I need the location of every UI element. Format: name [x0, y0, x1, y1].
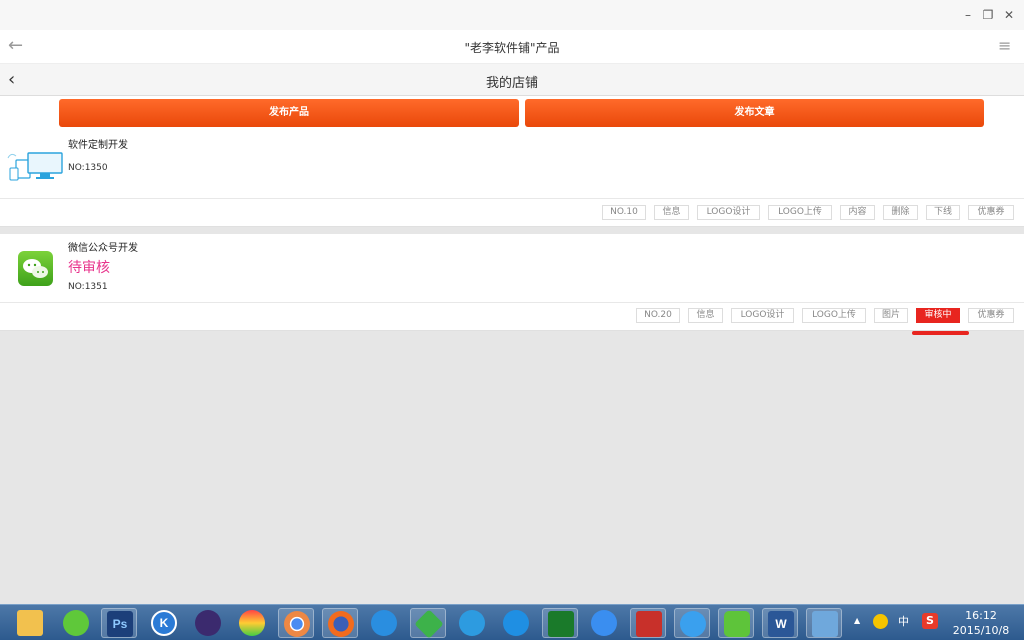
leaf-app-icon[interactable]	[58, 608, 94, 638]
page-title: 我的店铺	[485, 76, 538, 91]
green-diamond-glyph	[414, 609, 444, 639]
devices-icon	[7, 152, 63, 181]
network-glyph	[503, 610, 529, 636]
sogou-ime-icon[interactable]: S	[922, 613, 938, 629]
annotation-underline	[912, 331, 969, 335]
tag-offline[interactable]: 下线	[926, 205, 960, 220]
action-row: 发布产品 发布文章	[0, 96, 1024, 130]
tag-coupon[interactable]: 优惠券	[968, 308, 1014, 323]
app-header: ← "老李软件铺"产品 ≡	[0, 30, 1024, 64]
network-app-icon[interactable]	[498, 608, 534, 638]
cloud-glyph	[459, 610, 485, 636]
chrome-glyph	[284, 611, 310, 637]
k-app-icon[interactable]: K	[146, 608, 182, 638]
product-card[interactable]: 微信公众号开发 待审核 NO:1351	[0, 234, 1024, 331]
ie-glyph-2	[680, 611, 706, 637]
tag-content[interactable]: 内容	[840, 205, 875, 220]
chrome-icon[interactable]	[278, 608, 314, 638]
eclipse-glyph	[195, 610, 221, 636]
color-glyph	[239, 610, 265, 636]
tag-sort-number[interactable]: NO.20	[636, 308, 680, 323]
tag-images[interactable]: 图片	[874, 308, 908, 323]
cloud-app-icon[interactable]	[454, 608, 490, 638]
pen-glyph	[591, 610, 617, 636]
tag-under-review[interactable]: 审核中	[916, 308, 960, 323]
tag-logo-design[interactable]: LOGO设计	[697, 205, 760, 220]
status-badge: 待审核	[68, 260, 110, 276]
house-app-icon[interactable]	[630, 608, 666, 638]
tag-sort-number[interactable]: NO.10	[602, 205, 646, 220]
menu-icon[interactable]: ≡	[998, 36, 1011, 55]
wechat-icon	[18, 251, 53, 286]
green-diamond-icon[interactable]	[410, 608, 446, 639]
tag-info[interactable]: 信息	[654, 205, 689, 220]
publish-article-button[interactable]: 发布文章	[525, 99, 984, 127]
app-title: "老李软件铺"产品	[464, 41, 560, 55]
close-button[interactable]: ✕	[999, 8, 1019, 22]
ie-icon-2[interactable]	[674, 608, 710, 638]
house-glyph	[636, 611, 662, 637]
publish-product-button[interactable]: 发布产品	[59, 99, 519, 127]
page-header: ‹ 我的店铺	[0, 64, 1024, 96]
pen-app-icon[interactable]	[586, 608, 622, 638]
tag-logo-upload[interactable]: LOGO上传	[768, 205, 832, 220]
word-glyph: W	[768, 611, 794, 637]
ie-glyph	[371, 610, 397, 636]
product-title: 微信公众号开发	[68, 243, 138, 254]
ie-icon[interactable]	[366, 608, 402, 638]
ime-indicator[interactable]: 中	[898, 613, 909, 629]
photoshop-glyph: Ps	[107, 611, 133, 637]
word-icon[interactable]: W	[762, 608, 798, 638]
product-title: 软件定制开发	[68, 140, 128, 151]
tray-expand-icon[interactable]: ▲	[854, 616, 860, 625]
wechat-bubbles-icon	[23, 259, 48, 278]
minimize-button[interactable]: –	[958, 8, 978, 22]
eclipse-icon[interactable]	[190, 608, 226, 638]
file-explorer-glyph	[17, 610, 43, 636]
clock-time[interactable]: 16:12	[953, 609, 1009, 622]
tag-logo-design[interactable]: LOGO设计	[731, 308, 794, 323]
photoshop-icon[interactable]: Ps	[101, 608, 137, 638]
computer-glyph	[812, 611, 838, 637]
window-title-bar: – ❐ ✕	[0, 0, 1024, 30]
wechat-taskbar-icon[interactable]	[718, 608, 754, 638]
tag-logo-upload[interactable]: LOGO上传	[802, 308, 866, 323]
tag-info[interactable]: 信息	[688, 308, 723, 323]
product-number: NO:1351	[68, 282, 108, 292]
eye-glyph	[548, 611, 574, 637]
color-app-icon[interactable]	[234, 608, 270, 638]
eye-app-icon[interactable]	[542, 608, 578, 638]
wechat-taskbar-glyph	[724, 611, 750, 637]
tag-coupon[interactable]: 优惠券	[968, 205, 1014, 220]
computer-icon[interactable]	[806, 608, 842, 638]
product-number: NO:1350	[68, 163, 108, 173]
tray-app-icon[interactable]	[873, 614, 888, 629]
tag-delete[interactable]: 删除	[883, 205, 918, 220]
file-explorer-icon[interactable]	[12, 608, 48, 638]
card-divider	[0, 198, 1024, 199]
restore-button[interactable]: ❐	[978, 8, 998, 22]
taskbar: Ps K W	[0, 604, 1024, 640]
leaf-glyph	[63, 610, 89, 636]
k-glyph: K	[151, 610, 177, 636]
clock-date[interactable]: 2015/10/8	[948, 624, 1014, 637]
firefox-glyph	[328, 611, 354, 637]
firefox-icon[interactable]	[322, 608, 358, 638]
card-divider	[0, 302, 1024, 303]
